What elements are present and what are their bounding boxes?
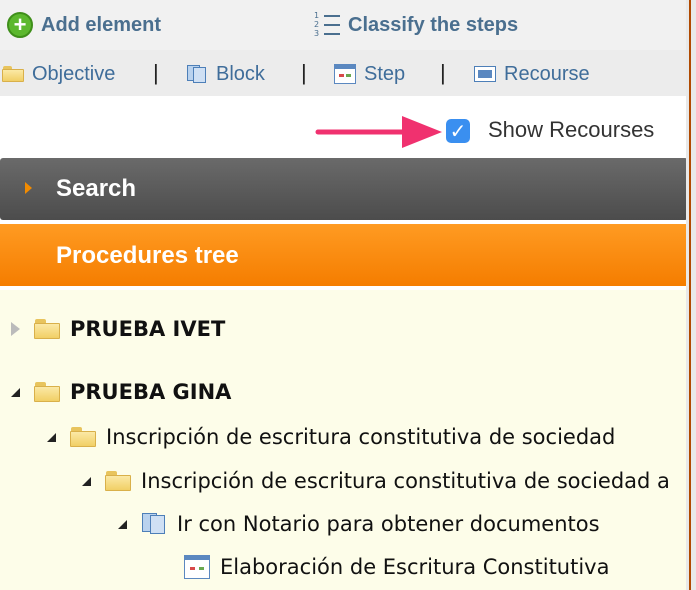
block-label: Block [216, 63, 265, 85]
tree-node-label: PRUEBA IVET [70, 317, 226, 341]
procedures-tree: PRUEBA IVET PRUEBA GINA Inscripción de e… [0, 290, 688, 590]
separator: | [301, 60, 307, 85]
classify-steps-button[interactable]: 1 2 3 Classify the steps [314, 12, 518, 38]
annotation-arrow-icon [315, 116, 442, 148]
tree-node-label: Inscripción de escritura constitutiva de… [106, 425, 616, 449]
step-icon [184, 555, 210, 579]
tree-node[interactable]: PRUEBA GINA [6, 380, 231, 404]
show-recourses-label: Show Recourses [488, 117, 655, 142]
objective-label: Objective [32, 63, 116, 85]
add-element-button[interactable]: + Add element [7, 12, 161, 38]
recourse-icon [474, 66, 496, 82]
tree-node-label: PRUEBA GINA [70, 380, 232, 404]
classify-steps-label: Classify the steps [348, 14, 519, 36]
step-button[interactable]: Step [334, 61, 405, 87]
tree-node[interactable]: Ir con Notario para obtener documentos [113, 512, 600, 536]
step-label: Step [364, 63, 406, 85]
tree-node[interactable]: PRUEBA IVET [6, 317, 225, 341]
show-recourses-checkbox[interactable]: ✓ [446, 119, 470, 143]
numbered-list-icon: 1 2 3 [314, 12, 340, 38]
block-icon [141, 512, 167, 536]
separator: | [153, 60, 159, 85]
expanded-toggle-icon[interactable] [6, 383, 24, 401]
tree-node-label: Elaboración de Escritura Constitutiva [220, 555, 610, 579]
expanded-toggle-icon[interactable] [42, 428, 60, 446]
procedures-tree-title: Procedures tree [56, 242, 239, 269]
search-label: Search [56, 175, 137, 202]
expanded-toggle-icon[interactable] [77, 472, 95, 490]
recourse-button[interactable]: Recourse [474, 61, 590, 87]
main-toolbar: + Add element 1 2 3 Classify the steps [0, 0, 686, 50]
expand-arrow-icon [25, 182, 32, 194]
tree-node-label: Ir con Notario para obtener documentos [177, 512, 600, 536]
search-panel-header[interactable]: Search [0, 158, 688, 220]
expanded-toggle-icon[interactable] [113, 515, 131, 533]
panel-divider[interactable] [686, 0, 696, 590]
add-icon: + [7, 12, 33, 38]
block-icon [186, 64, 208, 84]
recourse-label: Recourse [504, 63, 590, 85]
folder-icon [2, 66, 24, 82]
collapsed-toggle-icon[interactable] [6, 320, 24, 338]
block-button[interactable]: Block [186, 61, 265, 87]
separator: | [440, 60, 446, 85]
folder-icon [34, 319, 60, 339]
folder-icon [105, 471, 131, 491]
tree-node[interactable]: Elaboración de Escritura Constitutiva [184, 555, 609, 579]
element-type-toolbar: Objective Block Step Recourse [0, 50, 686, 96]
folder-icon [70, 427, 96, 447]
tree-node-label: Inscripción de escritura constitutiva de… [141, 469, 670, 493]
tree-node[interactable]: Inscripción de escritura constitutiva de… [42, 425, 615, 449]
objective-button[interactable]: Objective [2, 61, 115, 87]
folder-icon [34, 382, 60, 402]
add-element-label: Add element [41, 14, 162, 36]
tree-node[interactable]: Inscripción de escritura constitutiva de… [77, 469, 670, 493]
step-icon [334, 64, 356, 84]
procedures-tree-header[interactable]: Procedures tree [0, 224, 688, 286]
